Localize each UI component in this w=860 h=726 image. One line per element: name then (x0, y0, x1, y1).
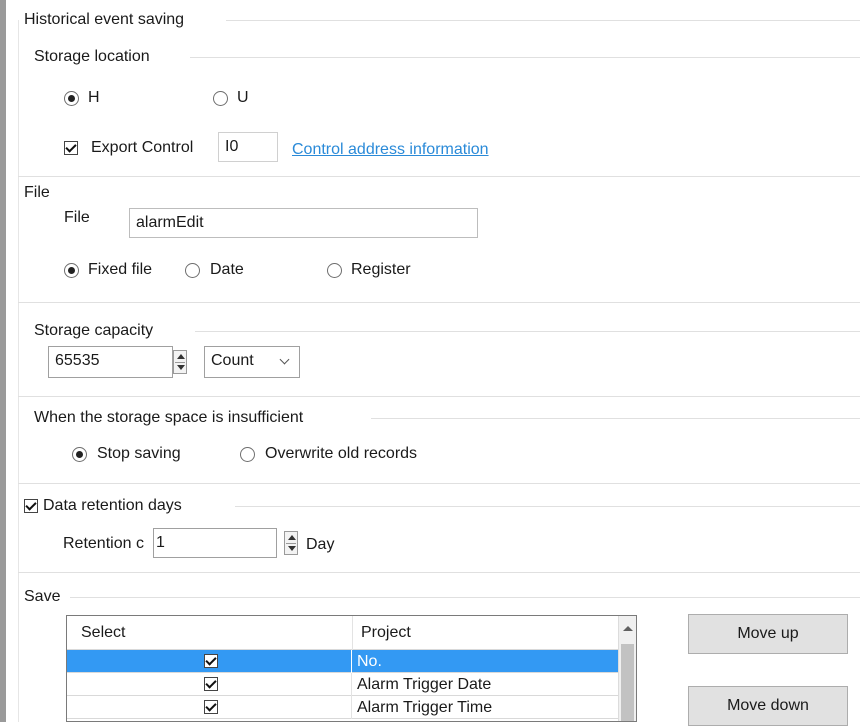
storage-location-title: Storage location (34, 48, 150, 65)
table-row[interactable]: No. (67, 650, 636, 673)
retention-days-value: 1 (156, 534, 165, 551)
insufficient-space-title: When the storage space is insufficient (34, 409, 304, 426)
separator-3 (18, 396, 860, 397)
fixed-file-label: Fixed file (88, 261, 153, 278)
storage-capacity-title: Storage capacity (34, 322, 154, 339)
row-select-checkbox[interactable] (204, 677, 218, 691)
retention-unit-label: Day (306, 536, 335, 553)
row-project: No. (357, 653, 382, 670)
retention-days-input[interactable]: 1 (153, 528, 277, 558)
row-project: Alarm Trigger Time (357, 699, 493, 716)
stop-saving-radio[interactable] (72, 447, 87, 462)
file-name-input[interactable]: alarmEdit (129, 208, 478, 238)
storage-u-radio[interactable] (213, 91, 228, 106)
date-radio[interactable] (185, 263, 200, 278)
retention-days-spinner-icon[interactable] (284, 531, 298, 555)
table-vertical-scrollbar[interactable] (618, 616, 636, 721)
export-control-address-value: I0 (225, 138, 239, 155)
table-header: Select Project (67, 616, 636, 650)
save-group-title: Save (24, 588, 61, 605)
column-header-project[interactable]: Project (361, 616, 411, 650)
scrollbar-thumb[interactable] (621, 644, 634, 721)
file-name-value: alarmEdit (136, 214, 204, 231)
fixed-file-radio[interactable] (64, 263, 79, 278)
storage-capacity-spinner-icon[interactable] (173, 350, 187, 374)
move-up-button[interactable]: Move up (688, 614, 848, 654)
storage-location-border (190, 57, 860, 58)
table-row[interactable]: Alarm Trigger Time (67, 696, 636, 719)
storage-h-radio[interactable] (64, 91, 79, 106)
scroll-up-arrow-icon[interactable] (623, 626, 633, 631)
storage-u-label: U (237, 89, 249, 106)
export-control-label: Export Control (91, 139, 194, 156)
separator-2 (18, 302, 860, 303)
stop-saving-label: Stop saving (97, 445, 181, 462)
group-border-top (226, 20, 860, 21)
save-fields-table[interactable]: Select Project No. Alarm Trigger Date Al… (66, 615, 637, 722)
storage-unit-select[interactable]: Count (204, 346, 300, 378)
row-select-checkbox[interactable] (204, 700, 218, 714)
data-retention-checkbox[interactable] (24, 499, 38, 513)
storage-h-label: H (88, 89, 100, 106)
row-project: Alarm Trigger Date (357, 676, 492, 693)
export-control-checkbox[interactable] (64, 141, 78, 155)
column-header-select[interactable]: Select (81, 616, 125, 650)
historical-event-saving-title: Historical event saving (24, 11, 185, 28)
file-field-label: File (64, 209, 90, 226)
row-select-checkbox[interactable] (204, 654, 218, 668)
storage-capacity-input[interactable]: 65535 (48, 346, 173, 378)
chevron-down-icon (279, 354, 290, 365)
separator-1 (18, 176, 860, 177)
register-radio[interactable] (327, 263, 342, 278)
overwrite-radio[interactable] (240, 447, 255, 462)
overwrite-label: Overwrite old records (265, 445, 418, 462)
storage-unit-value: Count (211, 352, 254, 369)
storage-capacity-border (195, 331, 860, 332)
storage-capacity-value: 65535 (55, 352, 100, 369)
control-address-information-link[interactable]: Control address information (292, 140, 489, 160)
save-group-border (70, 597, 860, 598)
insufficient-space-border (371, 418, 860, 419)
separator-5 (18, 572, 860, 573)
export-control-address-field[interactable]: I0 (218, 132, 278, 162)
date-label: Date (210, 261, 244, 278)
data-retention-border (235, 506, 860, 507)
table-row[interactable]: Alarm Trigger Date (67, 673, 636, 696)
separator-4 (18, 483, 860, 484)
register-label: Register (351, 261, 411, 278)
move-down-button[interactable]: Move down (688, 686, 848, 726)
data-retention-title: Data retention days (43, 497, 182, 514)
retention-label: Retention c (63, 535, 144, 552)
window-left-border (0, 0, 6, 722)
file-group-title: File (24, 184, 50, 201)
group-border-left (18, 20, 19, 722)
